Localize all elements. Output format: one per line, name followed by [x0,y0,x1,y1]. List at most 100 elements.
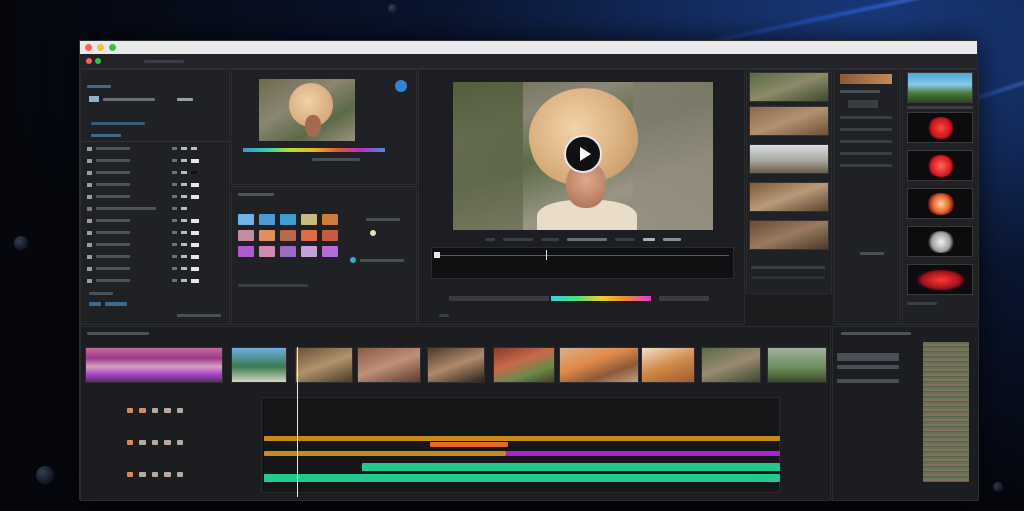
effect-preset[interactable] [259,246,275,257]
effects-tab[interactable] [238,193,274,196]
list-item[interactable] [87,182,199,187]
effect-thumbnail[interactable] [907,188,973,219]
clip-thumbnail[interactable] [357,347,421,383]
effect-preset[interactable] [259,230,275,241]
effect-thumbnail[interactable] [907,264,973,295]
video-clip[interactable] [362,463,780,471]
effect-preset[interactable] [280,214,296,225]
color-ruler[interactable] [551,296,651,301]
audio-clip[interactable] [264,451,506,456]
program-video[interactable] [453,82,713,230]
effect-preset[interactable] [238,230,254,241]
clip-thumbnail[interactable] [767,347,827,383]
meta-row [840,164,892,167]
search-input[interactable] [91,122,145,125]
mixer-control[interactable] [837,365,899,369]
new-item-button[interactable] [105,302,127,306]
mixer-tab[interactable] [841,332,911,335]
effect-thumbnail[interactable] [907,150,973,181]
list-item[interactable] [87,230,199,235]
timeline-playhead[interactable] [297,347,298,497]
clip-thumbnail[interactable] [85,347,223,383]
list-item[interactable] [87,218,199,223]
audio-clip[interactable] [430,442,508,447]
sequence-tracks [261,397,780,493]
step-back-button[interactable] [541,237,559,241]
clip-thumbnail[interactable] [427,347,485,383]
slider-knob[interactable] [370,230,376,236]
info-icon[interactable] [395,80,407,92]
effect-preset[interactable] [301,230,317,241]
clip-thumbnail[interactable] [749,106,829,136]
sequence-tab[interactable] [87,332,149,335]
effect-preset[interactable] [238,246,254,257]
effect-thumbnail[interactable] [907,226,973,257]
list-item[interactable] [87,242,199,247]
intensity-slider[interactable] [366,218,400,221]
list-item[interactable] [87,170,197,175]
footer-label [89,292,113,295]
project-tab[interactable] [87,85,111,88]
close-window-button[interactable] [85,44,92,51]
effect-preset[interactable] [322,246,338,257]
mixer-control[interactable] [837,353,899,361]
step-forward-button[interactable] [615,237,635,241]
track-header[interactable] [127,406,184,414]
marker-button[interactable] [439,314,449,317]
rewind-button[interactable] [485,237,495,241]
zoom-slider[interactable] [177,314,221,317]
play-icon[interactable] [564,135,602,173]
menu-item[interactable] [144,59,184,63]
clip-thumbnail[interactable] [749,220,829,250]
list-item[interactable] [87,158,199,163]
effect-preset[interactable] [280,246,296,257]
playback-controls[interactable] [643,237,655,241]
list-item[interactable] [87,266,199,271]
effect-thumbnail[interactable] [907,72,973,103]
source-scrub-bar[interactable] [243,148,385,152]
clip-thumbnail[interactable] [641,347,695,383]
clip-thumbnail[interactable] [231,347,287,383]
list-item[interactable] [87,146,197,151]
effect-preset[interactable] [301,246,317,257]
clip-thumbnail[interactable] [701,347,761,383]
track-header[interactable] [127,438,184,446]
list-item[interactable] [87,278,199,283]
audio-clip[interactable] [264,436,780,441]
effect-thumbnail[interactable] [907,112,973,143]
settings-icon[interactable] [663,237,681,241]
clip-thumbnail[interactable] [749,144,829,174]
clip-thumbnail[interactable] [295,347,353,383]
playhead-marker[interactable] [546,250,547,260]
list-item[interactable] [87,206,187,211]
track-header[interactable] [127,470,184,478]
list-item[interactable] [87,194,199,199]
effect-preset[interactable] [322,230,338,241]
effect-clip[interactable] [506,451,780,456]
clip-thumbnail[interactable] [749,182,829,212]
in-point-marker[interactable] [434,252,440,258]
list-item[interactable] [87,254,199,259]
source-preview[interactable] [259,79,355,141]
saturation-slider[interactable] [360,259,404,262]
clip-thumbnail[interactable] [559,347,639,383]
effect-preset[interactable] [238,214,254,225]
zoom-window-button[interactable] [109,44,116,51]
effect-preset[interactable] [259,214,275,225]
minimize-window-button[interactable] [97,44,104,51]
bin-name[interactable] [103,98,155,101]
source-controls[interactable] [312,158,360,161]
program-scrubber[interactable] [431,247,734,279]
clip-thumbnail[interactable] [493,347,555,383]
effect-preset[interactable] [301,214,317,225]
meta-row [840,128,892,131]
mixer-control[interactable] [837,379,899,383]
clip-thumbnail[interactable] [749,72,829,102]
meta-thumbnail[interactable] [840,74,892,84]
effect-preset[interactable] [322,214,338,225]
view-toggle[interactable] [177,98,193,101]
new-bin-button[interactable] [89,302,101,306]
video-clip[interactable] [264,474,780,482]
effect-preset[interactable] [280,230,296,241]
color-picker-icon[interactable] [350,257,356,263]
